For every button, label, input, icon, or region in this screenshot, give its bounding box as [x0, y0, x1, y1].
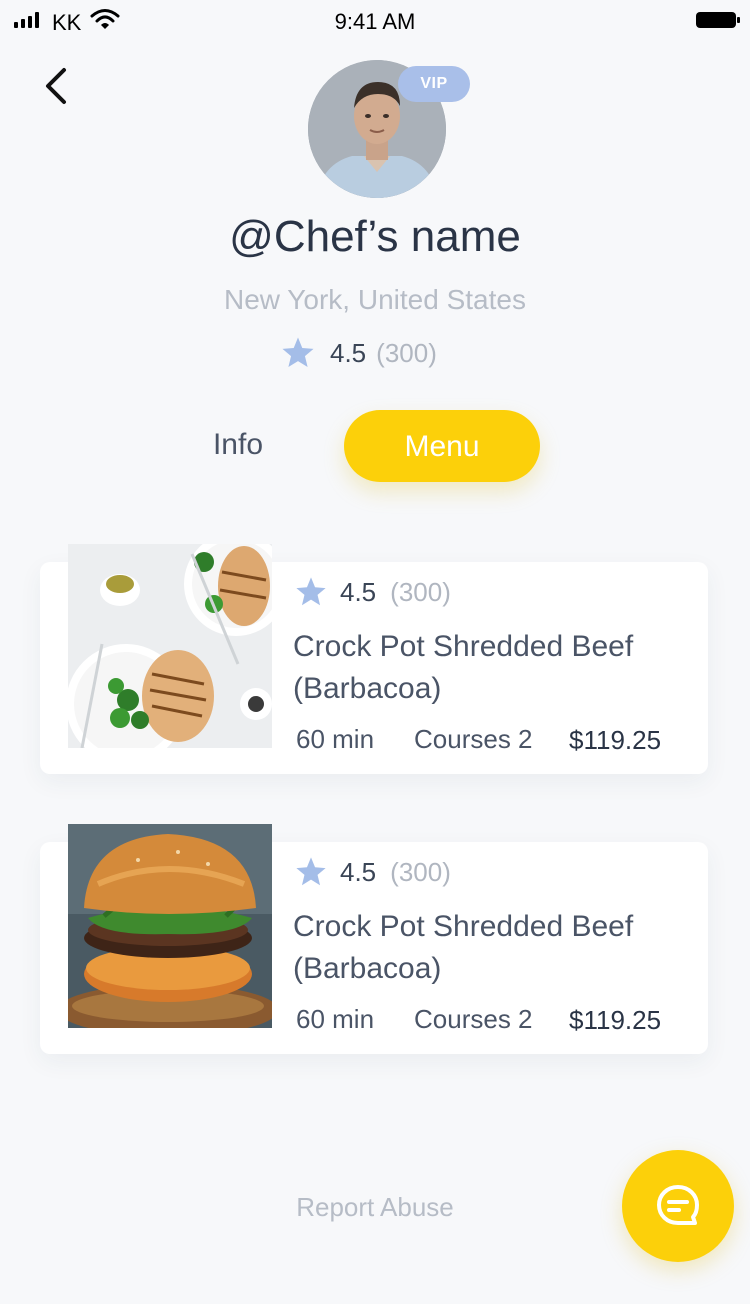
dish-title: Crock Pot Shredded Beef (Barbacoa): [293, 630, 634, 705]
menu-item-card[interactable]: 4.5 (300) Crock Pot Shredded Beef (Barba…: [40, 824, 708, 1054]
chat-button[interactable]: [622, 1150, 734, 1262]
rating-value: 4.5: [340, 856, 377, 887]
chef-name: @Chef’s name: [229, 212, 521, 261]
chef-rating: 4.5 (300): [280, 336, 437, 370]
dish-title: Crock Pot Shredded Beef (Barbacoa): [293, 910, 634, 985]
dish-time: 60 min: [296, 724, 375, 754]
star-icon: [282, 337, 314, 368]
rating-count: (300): [390, 856, 451, 887]
rating-value: 4.5: [330, 337, 367, 368]
dish-rating: 4.5 (300): [294, 856, 451, 888]
chevron-left-icon: [46, 68, 66, 104]
dish-price: $119.25: [569, 1005, 662, 1035]
menu-item-card[interactable]: 4.5 (300) Crock Pot Shredded Beef (Barba…: [40, 544, 708, 774]
star-icon: [296, 857, 326, 886]
rating-value: 4.5: [340, 576, 377, 607]
dish-time: 60 min: [296, 1004, 375, 1034]
vip-badge: VIP: [398, 66, 470, 102]
status-time: 9:41 AM: [334, 9, 416, 34]
star-icon: [296, 577, 326, 606]
dish-courses: Courses 2: [414, 724, 533, 754]
rating-count: (300): [376, 337, 437, 368]
dish-price: $119.25: [569, 725, 662, 755]
status-bar: KK 9:41 AM: [0, 0, 750, 44]
dish-courses: Courses 2: [414, 1004, 533, 1034]
tab-menu[interactable]: Menu: [344, 410, 540, 482]
rating-count: (300): [390, 576, 451, 607]
dish-image: [68, 544, 272, 748]
chef-location: New York, United States: [224, 284, 526, 315]
chat-bubble-icon: [657, 1185, 699, 1225]
tab-info[interactable]: Info: [190, 428, 286, 462]
battery-icon: [696, 12, 740, 28]
dish-image: [68, 824, 272, 1028]
back-button[interactable]: [38, 64, 78, 108]
dish-rating: 4.5 (300): [294, 576, 451, 608]
